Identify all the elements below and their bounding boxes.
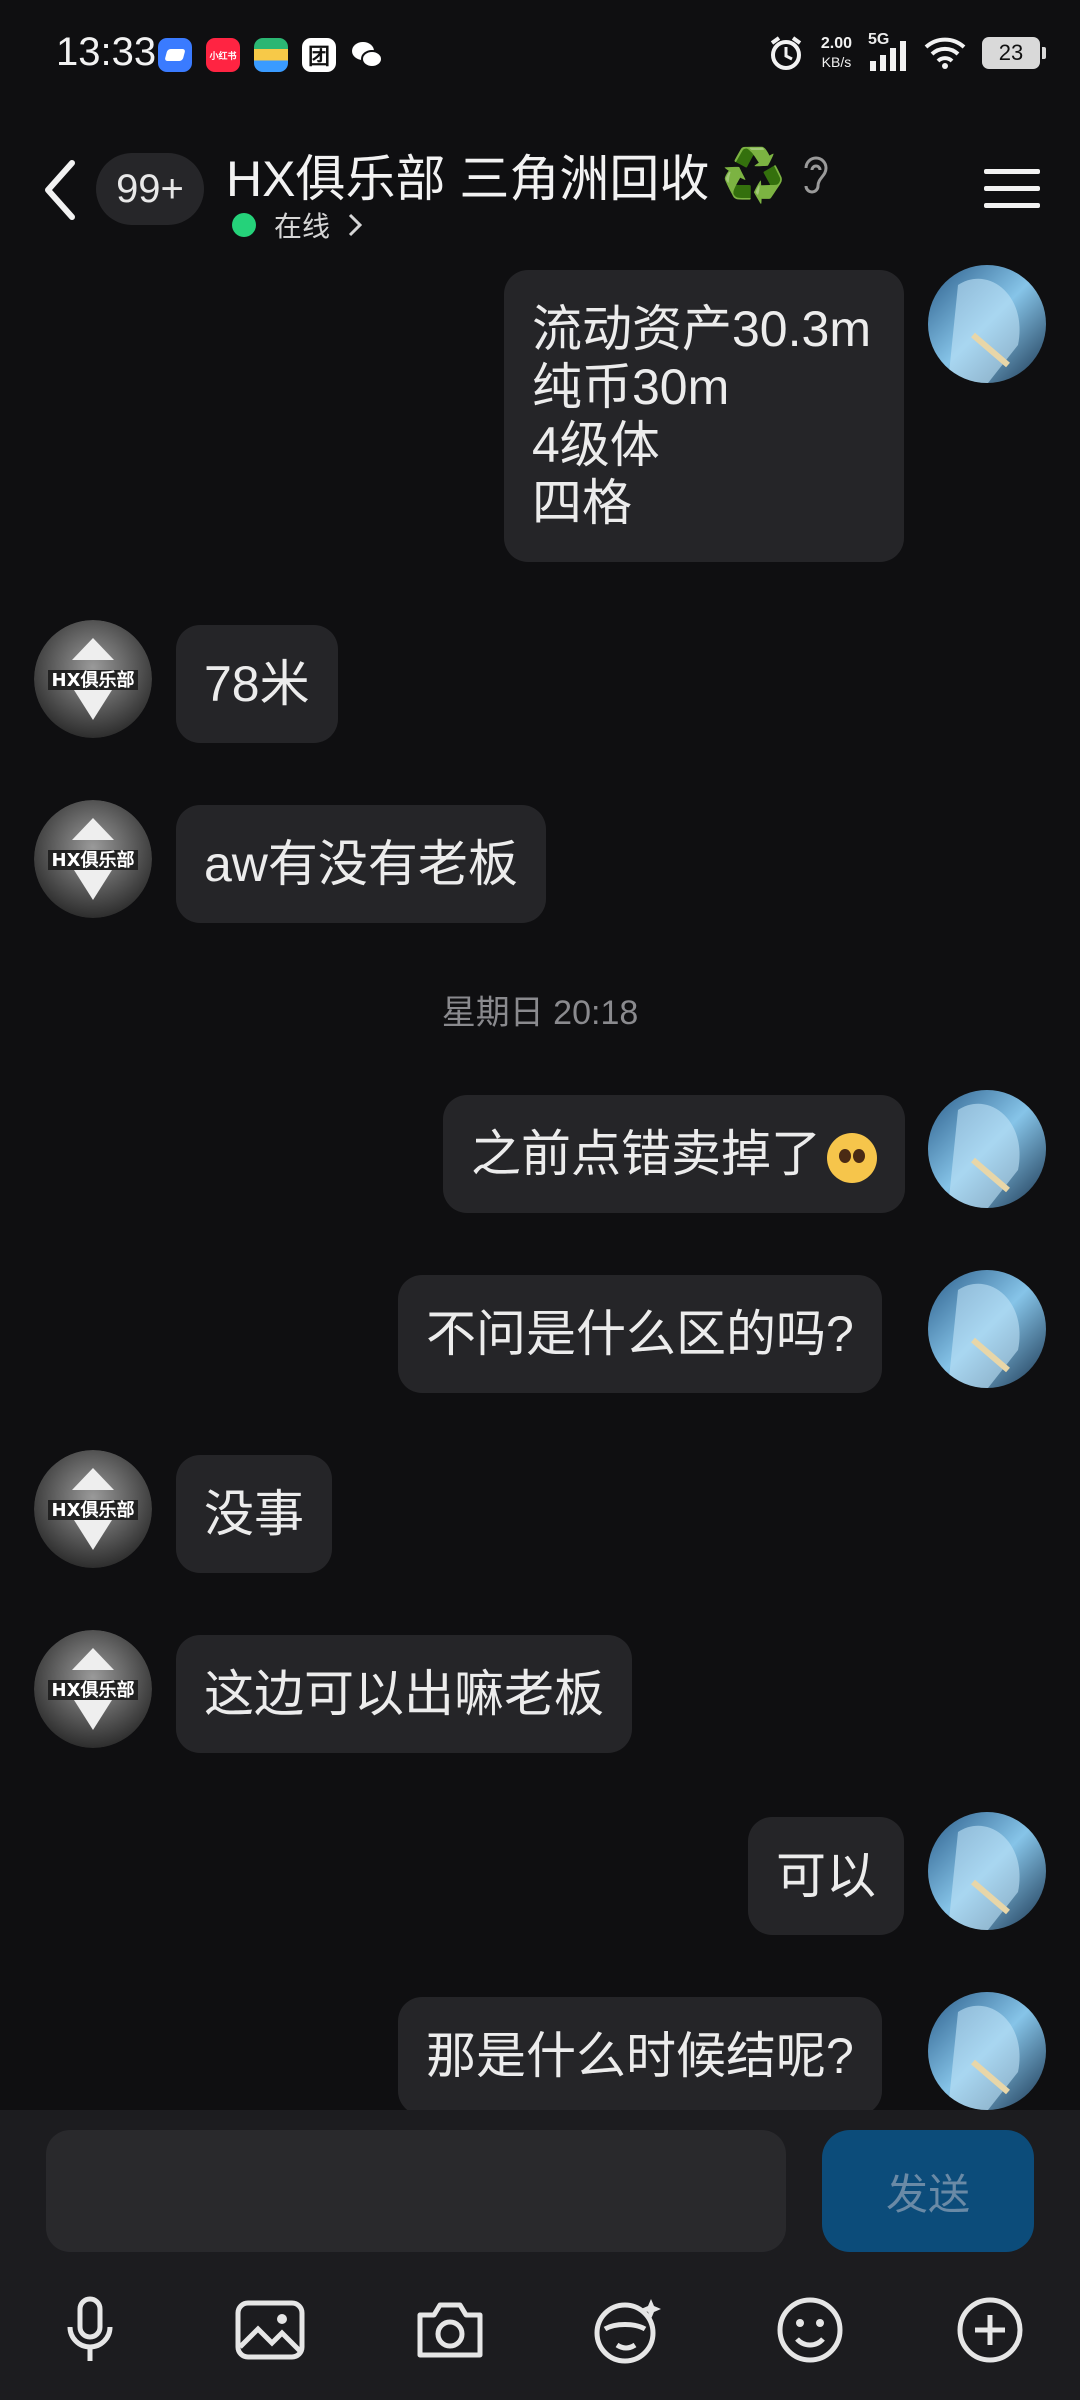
app-multicolor-icon [254, 38, 288, 72]
chat-header: 99+ HX俱乐部 三角洲回收 ♻️ 在线 [0, 115, 1080, 265]
message-line: 之前点错卖掉了 [471, 1126, 821, 1182]
net-speed-unit: KB/s [821, 54, 852, 70]
my-avatar[interactable] [928, 1812, 1046, 1930]
composer-bar: 发送 [0, 2110, 1080, 2400]
message-bubble-sent[interactable]: 不问是什么区的吗? [398, 1275, 882, 1393]
message-line: 纯币30m [532, 359, 730, 415]
online-status-text: 在线 [274, 211, 331, 242]
message-bubble-sent[interactable]: 之前点错卖掉了 [443, 1095, 905, 1213]
chat-title[interactable]: HX俱乐部 三角洲回收 ♻️ [226, 139, 832, 211]
message-line: 这边可以出嘛老板 [204, 1666, 604, 1722]
status-bar: 13:33 小红书 团 2.00 KB/s 5G 23 [0, 0, 1080, 115]
send-button[interactable]: 发送 [822, 2130, 1034, 2252]
app-blue-icon [158, 38, 192, 72]
message-line: 四格 [532, 475, 632, 531]
wechat-icon [350, 38, 384, 72]
cellular-signal-icon: 5G [868, 31, 908, 71]
online-status[interactable]: 在线 [232, 205, 363, 245]
chat-timestamp: 星期日 20:18 [441, 994, 639, 1032]
composer-toolbar [0, 2290, 1080, 2380]
status-indicators: 2.00 KB/s 5G 23 [767, 31, 1046, 72]
xiaohongshu-icon: 小红书 [206, 38, 240, 72]
hx-club-avatar[interactable]: HX俱乐部 [34, 620, 152, 738]
message-line: 4级体 [532, 417, 660, 473]
tuan-label: 团 [307, 44, 330, 69]
svg-text:HX俱乐部: HX俱乐部 [52, 1679, 135, 1701]
my-avatar[interactable] [928, 1090, 1046, 1208]
my-avatar[interactable] [928, 1270, 1046, 1388]
plus-icon[interactable] [950, 2290, 1030, 2370]
svg-text:HX俱乐部: HX俱乐部 [52, 669, 135, 691]
message-line: aw有没有老板 [204, 836, 518, 892]
message-bubble-received[interactable]: 78米 [176, 625, 338, 743]
xiaohongshu-label: 小红书 [209, 50, 237, 61]
message-bubble-received[interactable]: 没事 [176, 1455, 332, 1573]
message-line: 不问是什么区的吗? [426, 1306, 854, 1362]
battery-indicator: 23 [982, 37, 1046, 69]
image-icon[interactable] [230, 2290, 310, 2370]
hx-club-avatar[interactable]: HX俱乐部 [34, 1630, 152, 1748]
alarm-icon [770, 36, 802, 70]
my-avatar[interactable] [928, 265, 1046, 383]
emoji-icon[interactable] [770, 2290, 850, 2370]
status-time: 13:33 [56, 30, 157, 74]
message-bubble-received[interactable]: aw有没有老板 [176, 805, 546, 923]
net-speed: 2.00 KB/s [821, 35, 852, 71]
ear-icon[interactable] [798, 152, 832, 198]
app-tuan-icon: 团 [302, 38, 336, 72]
chevron-right-icon [348, 213, 363, 237]
message-bubble-sent[interactable]: 那是什么时候结呢? [398, 1997, 882, 2110]
hx-club-avatar[interactable]: HX俱乐部 [34, 800, 152, 918]
svg-text:HX俱乐部: HX俱乐部 [52, 1499, 135, 1521]
message-bubble-sent[interactable]: 流动资产30.3m 纯币30m 4级体 四格 [504, 270, 904, 562]
wifi-icon [924, 37, 966, 69]
message-line: 可以 [776, 1848, 876, 1904]
unread-count-badge[interactable]: 99+ [96, 153, 204, 225]
chat-title-text: HX俱乐部 三角洲回收 [226, 151, 710, 207]
chat-messages[interactable]: 流动资产30.3m 纯币30m 4级体 四格 HX俱乐部 78米 HX俱乐部 a… [0, 265, 1080, 2110]
hx-club-avatar[interactable]: HX俱乐部 [34, 1450, 152, 1568]
notification-app-icons: 小红书 团 [158, 38, 384, 72]
svg-text:HX俱乐部: HX俱乐部 [52, 849, 135, 871]
message-line: 没事 [204, 1486, 304, 1542]
online-dot-icon [232, 213, 256, 237]
net-speed-value: 2.00 [820, 35, 852, 52]
message-line: 78米 [204, 656, 310, 712]
microphone-icon[interactable] [50, 2290, 130, 2370]
message-bubble-received[interactable]: 这边可以出嘛老板 [176, 1635, 632, 1753]
camera-icon[interactable] [410, 2290, 490, 2370]
menu-icon[interactable] [984, 165, 1040, 213]
back-arrow-icon[interactable] [40, 155, 80, 225]
message-bubble-sent[interactable]: 可以 [748, 1817, 904, 1935]
message-line: 流动资产30.3m [532, 301, 871, 357]
message-line: 那是什么时候结呢? [426, 2028, 854, 2084]
my-avatar[interactable] [928, 1992, 1046, 2110]
recycle-emoji: ♻️ [721, 146, 787, 205]
pleading-face-emoji [827, 1132, 877, 1183]
sticker-icon[interactable] [588, 2290, 668, 2370]
message-input[interactable] [46, 2130, 786, 2252]
